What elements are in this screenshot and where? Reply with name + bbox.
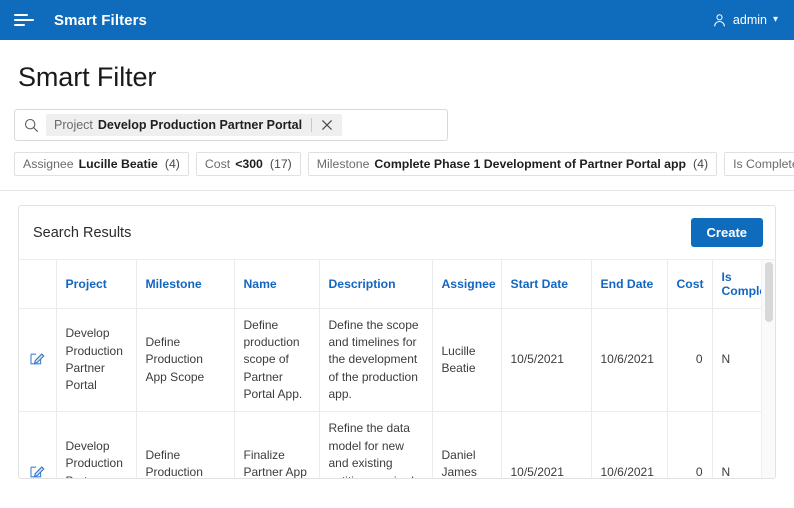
- search-token-value: Develop Production Partner Portal: [97, 118, 303, 132]
- user-name: admin: [732, 13, 767, 27]
- column-header-name[interactable]: Name: [234, 260, 320, 309]
- page-body: Smart Filter Project Develop Production …: [0, 62, 794, 479]
- results-table-scroll: Project Milestone Name Description Assig…: [19, 260, 775, 478]
- user-menu[interactable]: admin ▾: [710, 10, 780, 31]
- column-header-project[interactable]: Project: [56, 260, 137, 309]
- scrollbar-thumb[interactable]: [765, 262, 773, 322]
- cell-text: 0: [695, 352, 703, 367]
- cell-description: Define the scope and timelines for the d…: [319, 308, 433, 413]
- column-header-edit: [19, 260, 57, 309]
- cell-text: Daniel James Lee: [441, 447, 477, 478]
- app-header: Smart Filters admin ▾: [0, 0, 794, 40]
- cell-text: Refine the data model for new and existi…: [328, 421, 414, 478]
- cell-milestone: Define Production App Scope: [136, 308, 235, 413]
- chip-label: Assignee: [23, 157, 74, 171]
- cell-text: Define Production App Scope: [145, 334, 205, 384]
- cell-text: Define the scope and timelines for the d…: [328, 317, 419, 402]
- close-icon[interactable]: [319, 117, 335, 133]
- cell-cost: 0: [667, 308, 713, 413]
- person-icon: [714, 13, 725, 26]
- chip-count: (17): [269, 157, 292, 171]
- cell-assignee: Lucille Beatie: [432, 308, 502, 413]
- filter-panel: Project Develop Production Partner Porta…: [0, 109, 794, 191]
- search-filter-token[interactable]: Project Develop Production Partner Porta…: [46, 114, 343, 136]
- page-title: Smart Filter: [18, 62, 157, 92]
- search-results-header: Search Results Create: [19, 206, 775, 260]
- chip-value: <300: [235, 157, 263, 171]
- cell-text: 10/5/2021: [510, 352, 564, 367]
- cell-milestone: Define Production App Scope: [136, 411, 235, 478]
- cell-end-date: 10/6/2021: [591, 411, 668, 478]
- column-header-cost[interactable]: Cost: [667, 260, 713, 309]
- app-title: Smart Filters: [54, 11, 147, 29]
- column-header-milestone[interactable]: Milestone: [136, 260, 235, 309]
- cell-text: 10/5/2021: [510, 464, 564, 478]
- cell-start-date: 10/5/2021: [501, 411, 592, 478]
- cell-cost: 0: [667, 411, 713, 478]
- edit-pencil-icon[interactable]: [29, 350, 45, 366]
- table-header-row: Project Milestone Name Description Assig…: [19, 260, 775, 309]
- filter-chip-assignee[interactable]: Assignee Lucille Beatie (4): [14, 152, 189, 176]
- hamburger-menu-icon[interactable]: [12, 7, 38, 33]
- column-header-end-date[interactable]: End Date: [591, 260, 668, 309]
- row-edit-cell[interactable]: [19, 308, 57, 413]
- chip-count: (4): [164, 157, 180, 171]
- cell-text: 0: [695, 464, 703, 478]
- chip-label: Milestone: [316, 157, 370, 171]
- cell-text: 10/6/2021: [600, 464, 654, 478]
- filter-chip-cost[interactable]: Cost <300 (17): [195, 152, 301, 176]
- cell-description: Refine the data model for new and existi…: [319, 411, 433, 478]
- table-vertical-scrollbar[interactable]: [761, 260, 775, 478]
- column-header-assignee[interactable]: Assignee: [432, 260, 502, 309]
- results-region: Search Results Create Project Milestone …: [14, 191, 780, 479]
- cell-project: Develop Production Partner Portal: [56, 308, 137, 413]
- cell-text: Finalize Partner App Data Model: [243, 447, 307, 478]
- filter-chip-milestone[interactable]: Milestone Complete Phase 1 Development o…: [307, 152, 718, 176]
- search-input[interactable]: Project Develop Production Partner Porta…: [14, 109, 448, 141]
- chip-value: Complete Phase 1 Development of Partner …: [374, 157, 687, 171]
- cell-text: Develop Production Partner Portal: [65, 326, 123, 393]
- chip-value: Lucille Beatie: [78, 157, 158, 171]
- table-row: Develop Production Partner Portal Define…: [19, 308, 775, 413]
- filter-chip-is-complete[interactable]: Is Complete N (17): [724, 152, 794, 176]
- chevron-down-icon: ▾: [772, 14, 778, 25]
- cell-name: Define production scope of Partner Porta…: [234, 308, 320, 413]
- create-button[interactable]: Create: [690, 218, 763, 247]
- cell-text: Develop Production Partner Portal: [65, 438, 123, 478]
- search-results-title: Search Results: [33, 224, 132, 241]
- search-results-card: Search Results Create Project Milestone …: [18, 205, 776, 479]
- token-divider: [311, 118, 313, 132]
- chip-label: Cost: [204, 157, 231, 171]
- chip-count: (4): [693, 157, 709, 171]
- search-icon: [24, 118, 39, 132]
- cell-text: Lucille Beatie: [441, 343, 476, 375]
- cell-project: Develop Production Partner Portal: [56, 411, 137, 478]
- cell-text: 10/6/2021: [600, 352, 654, 367]
- table-row: Develop Production Partner Portal Define…: [19, 411, 775, 478]
- cell-text: Define production scope of Partner Porta…: [243, 317, 303, 402]
- cell-text: Define Production App Scope: [145, 447, 203, 478]
- search-token-label: Project: [54, 118, 93, 132]
- filter-chip-list: Assignee Lucille Beatie (4) Cost <300 (1…: [14, 152, 794, 176]
- chip-label: Is Complete: [733, 157, 794, 171]
- cell-assignee: Daniel James Lee: [432, 411, 502, 478]
- row-edit-cell[interactable]: [19, 411, 57, 478]
- results-table: Project Milestone Name Description Assig…: [19, 260, 775, 478]
- edit-pencil-icon[interactable]: [29, 463, 45, 478]
- cell-end-date: 10/6/2021: [591, 308, 668, 413]
- cell-start-date: 10/5/2021: [501, 308, 592, 413]
- column-header-start-date[interactable]: Start Date: [501, 260, 592, 309]
- column-header-description[interactable]: Description: [319, 260, 433, 309]
- cell-name: Finalize Partner App Data Model: [234, 411, 320, 478]
